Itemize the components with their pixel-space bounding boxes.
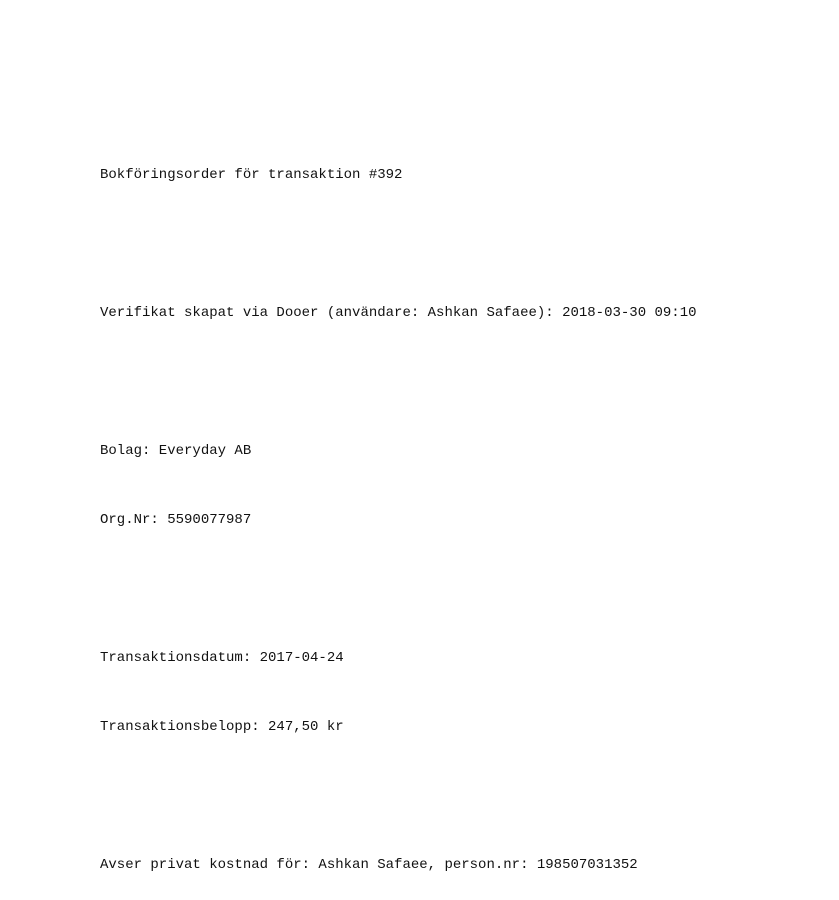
booking-order-document: Bokföringsorder för transaktion #392 Ver… <box>100 118 697 900</box>
document-title: Bokföringsorder för transaktion #392 <box>100 167 403 183</box>
transaction-date-line: Transaktionsdatum: 2017-04-24 <box>100 650 344 666</box>
company-line: Bolag: Everyday AB <box>100 443 252 459</box>
private-cost-line: Avser privat kostnad för: Ashkan Safaee,… <box>100 857 638 873</box>
verification-line: Verifikat skapat via Dooer (användare: A… <box>100 305 697 321</box>
transaction-amount-line: Transaktionsbelopp: 247,50 kr <box>100 719 344 735</box>
org-number-line: Org.Nr: 5590077987 <box>100 512 252 528</box>
